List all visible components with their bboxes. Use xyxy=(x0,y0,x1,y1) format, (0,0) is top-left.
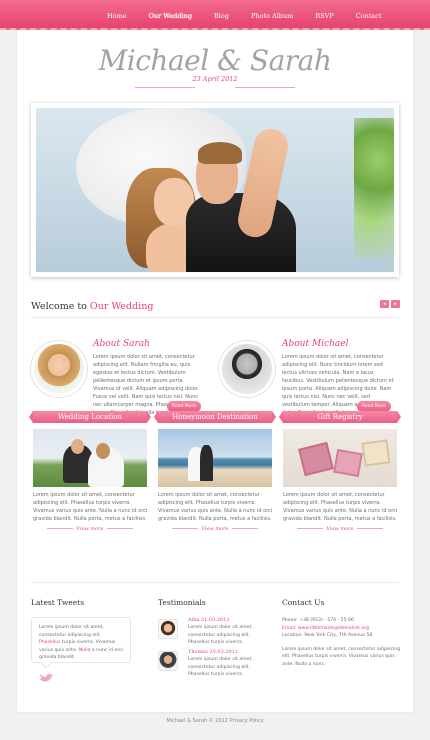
nav-photo-album[interactable]: Photo Album xyxy=(240,12,304,20)
tweet-line-1: Lorem ipsum dolor sit amet, consectetur … xyxy=(39,625,104,638)
gift-registry-view-more[interactable]: View more xyxy=(283,526,397,532)
honeymoon-ribbon: Honeymoon Destination xyxy=(154,411,276,423)
view-more-label: View more xyxy=(201,526,229,532)
hero-couple-photo xyxy=(36,108,394,272)
wedding-date: 23 April 2012 xyxy=(192,75,238,83)
testimonial-avatar xyxy=(158,651,178,671)
wedding-location-view-more[interactable]: View more xyxy=(33,526,147,532)
michael-avatar xyxy=(219,341,275,397)
welcome-divider xyxy=(31,317,399,318)
nav-blog[interactable]: Blog xyxy=(203,12,240,20)
top-navigation-bar: Home Our Wedding Blog Photo Album RSVP C… xyxy=(0,0,430,30)
contact-us-title: Contact Us xyxy=(282,598,325,607)
footer-copyright: Michael & Sarah © 2012 Privacy Policy xyxy=(166,718,264,724)
honeymoon-photo[interactable] xyxy=(158,429,272,487)
honeymoon-text: Lorem ipsum dolor sit amet, consectetur … xyxy=(158,492,273,522)
welcome-highlight: Our Wedding xyxy=(89,301,154,312)
contact-location: Location: New York City, 7th Avenue 58 xyxy=(282,633,373,638)
view-more-label: View more xyxy=(76,526,104,532)
date-ornament-left xyxy=(135,87,195,88)
gift-registry-ribbon: Gift Registry xyxy=(279,411,401,423)
page-container: Michael & Sarah 23 April 2012 Welcome to… xyxy=(17,30,413,712)
groom-beach-figure xyxy=(200,445,213,481)
wedding-location-text: Lorem ipsum dolor sit amet, consectetur … xyxy=(33,492,148,522)
bottom-section-divider xyxy=(31,582,399,583)
prev-arrow-icon[interactable]: ◂ xyxy=(380,300,389,308)
about-sarah-title: About Sarah xyxy=(93,339,150,349)
date-ornament-right xyxy=(235,87,295,88)
testimonial-author: Thomas 20.03.2012 xyxy=(188,649,239,655)
bride-head-figure xyxy=(96,443,110,459)
testimonial-text: Lorem ipsum dolor sit amet, consectetur … xyxy=(188,657,253,677)
contact-phone: Phone: +38 (953) - 574 - 55 66 xyxy=(282,618,354,623)
nav-home[interactable]: Home xyxy=(96,12,138,20)
twitter-bird-icon[interactable] xyxy=(39,673,53,683)
groom-head-figure xyxy=(71,439,84,454)
tweet-link-1[interactable]: Phasellus xyxy=(39,640,61,645)
about-michael-title: About Michael xyxy=(282,339,349,349)
sarah-avatar xyxy=(31,341,87,397)
testimonial-text: Lorem ipsum dolor sit amet, consectetur … xyxy=(188,625,253,645)
next-arrow-icon[interactable]: ▸ xyxy=(391,300,400,308)
contact-text: Lorem ipsum dolor sit amet, consectetur … xyxy=(282,646,401,667)
view-more-label: View more xyxy=(326,526,354,532)
honeymoon-view-more[interactable]: View more xyxy=(158,526,272,532)
testimonial-author: Alba 21.03.2012 xyxy=(188,617,230,623)
groom-hair-shape xyxy=(198,142,242,164)
contact-email[interactable]: Email: www.littlemaids@demolink.org xyxy=(282,625,402,633)
latest-tweets-title: Latest Tweets xyxy=(31,598,85,607)
welcome-prefix: Welcome to xyxy=(31,301,87,312)
wedding-location-photo[interactable] xyxy=(33,429,147,487)
nav-rsvp[interactable]: RSVP xyxy=(304,12,344,20)
gift-box-2 xyxy=(333,448,363,478)
testimonials-title: Testimonials xyxy=(158,598,206,607)
wedding-location-ribbon: Wedding Location xyxy=(29,411,151,423)
testimonial-avatar xyxy=(158,619,178,639)
tweet-bubble: Lorem ipsum dolor sit amet, consectetur … xyxy=(31,617,131,663)
site-logo[interactable]: Michael & Sarah xyxy=(17,44,413,77)
main-nav: Home Our Wedding Blog Photo Album RSVP C… xyxy=(96,12,393,20)
gift-registry-photo[interactable] xyxy=(283,429,397,487)
nav-contact[interactable]: Contact xyxy=(345,12,393,20)
welcome-heading: Welcome to Our Wedding xyxy=(31,301,153,312)
foliage-shape xyxy=(354,118,394,258)
gift-registry-text: Lorem ipsum dolor sit amet, consectetur … xyxy=(283,492,398,522)
hero-image-frame xyxy=(31,103,399,277)
gift-box-1 xyxy=(298,441,334,477)
contact-info: Phone: +38 (953) - 574 - 55 66 Email: ww… xyxy=(282,617,402,668)
tweet-link-2[interactable]: Nulla xyxy=(79,648,91,653)
nav-our-wedding[interactable]: Our Wedding xyxy=(138,12,203,20)
gift-box-3 xyxy=(361,439,391,467)
